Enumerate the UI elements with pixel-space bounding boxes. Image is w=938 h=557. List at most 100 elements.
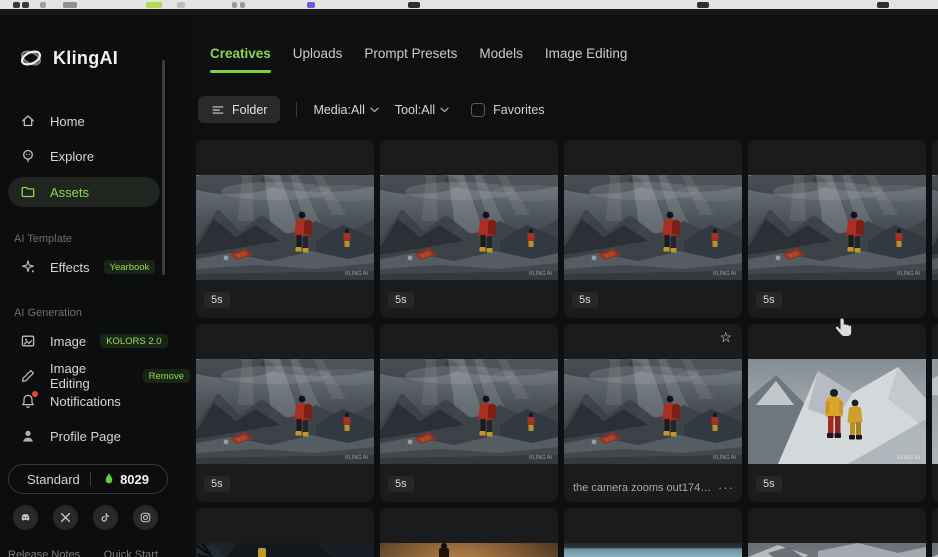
thumbnail-gray-ridge — [748, 543, 926, 557]
svg-text:KLING AI: KLING AI — [529, 455, 552, 461]
asset-card[interactable]: KLING AI 5s — [564, 140, 742, 318]
tab-models[interactable]: Models — [479, 46, 523, 73]
yearbook-badge: Yearbook — [104, 260, 156, 274]
browser-tab-mark — [177, 2, 185, 8]
image-icon — [20, 333, 36, 349]
sidebar-item-effects[interactable]: Effects Yearbook — [0, 252, 190, 282]
duration-badge: 5s — [756, 476, 782, 492]
more-options-icon[interactable]: ··· — [718, 484, 734, 492]
browser-tab-mark — [408, 2, 420, 8]
filter-bar: Folder Media:All Tool:All Favorites — [198, 96, 545, 123]
main-tabs: Creatives Uploads Prompt Presets Models … — [210, 46, 627, 73]
sidebar-item-notifications[interactable]: Notifications — [0, 386, 190, 416]
sidebar-item-label: Profile Page — [50, 429, 121, 444]
thumbnail-night-climber — [196, 543, 374, 557]
instagram-icon[interactable] — [133, 505, 158, 530]
folder-button[interactable]: Folder — [198, 96, 280, 123]
svg-text:KLING AI: KLING AI — [897, 271, 920, 277]
duration-badge: 5s — [388, 476, 414, 492]
asset-card[interactable]: KLING AI 5s — [748, 324, 926, 502]
browser-tab-mark — [240, 2, 245, 8]
plan-name: Standard — [27, 472, 80, 487]
notification-dot — [32, 391, 38, 397]
sidebar-item-label: Notifications — [50, 394, 121, 409]
media-filter-dropdown[interactable]: Media:All — [313, 103, 378, 117]
thumbnail-gray-ridge — [932, 543, 938, 557]
thumbnail-storm-climber: KLING AI — [932, 175, 938, 280]
browser-tab-mark — [697, 2, 709, 8]
credits-count: 8029 — [120, 472, 149, 487]
tool-filter-dropdown[interactable]: Tool:All — [395, 103, 449, 117]
section-header-ai-template: AI Template — [14, 233, 72, 245]
klingai-logo[interactable]: KlingAI — [18, 45, 118, 71]
tab-image-editing[interactable]: Image Editing — [545, 46, 628, 73]
favorites-filter[interactable]: Favorites — [471, 103, 544, 117]
sidebar-item-label: Image — [50, 334, 86, 349]
browser-tab-strip — [0, 0, 938, 9]
browser-tab-mark — [307, 2, 315, 8]
browser-tab-mark — [877, 2, 889, 8]
sidebar-item-label: Assets — [50, 185, 89, 200]
asset-card[interactable]: KLING AI 5s — [196, 324, 374, 502]
favorite-star-icon[interactable]: ☆ — [719, 329, 732, 346]
filter-divider — [296, 102, 297, 117]
sidebar: KlingAI Home Explore Assets AI Template … — [0, 15, 190, 557]
sidebar-item-image[interactable]: Image KOLORS 2.0 — [0, 326, 190, 356]
favorites-checkbox[interactable] — [471, 103, 485, 117]
browser-tab-mark — [146, 2, 162, 8]
thumbnail-storm-climber: KLING AI — [748, 175, 926, 280]
asset-card[interactable] — [932, 508, 938, 557]
credits-droplet-icon — [102, 472, 116, 486]
thumbnail-storm-climber: KLING AI — [564, 175, 742, 280]
duration-badge: 5s — [204, 476, 230, 492]
asset-card[interactable] — [380, 508, 558, 557]
svg-text:KLING AI: KLING AI — [345, 455, 368, 461]
svg-text:KLING AI: KLING AI — [897, 455, 920, 461]
svg-text:KLING AI: KLING AI — [713, 455, 736, 461]
asset-caption: the camera zooms out174826... — [573, 482, 715, 494]
plan-credits-pill[interactable]: Standard 8029 — [8, 464, 168, 494]
asset-card[interactable]: KLING AI 5s — [380, 324, 558, 502]
social-links — [13, 505, 158, 530]
sidebar-item-assets[interactable]: Assets — [8, 177, 160, 207]
logo-text: KlingAI — [53, 48, 118, 69]
tab-creatives[interactable]: Creatives — [210, 46, 271, 73]
release-notes-link[interactable]: Release Notes — [8, 549, 80, 557]
asset-card[interactable]: KLING AI 5s — [748, 140, 926, 318]
tab-uploads[interactable]: Uploads — [293, 46, 343, 73]
browser-tab-mark — [22, 2, 29, 8]
asset-card[interactable]: KLING AI ☆ the camera zooms out174826...… — [564, 324, 742, 502]
sidebar-item-home[interactable]: Home — [0, 106, 190, 136]
thumbnail-storm-climber: KLING AI — [380, 359, 558, 464]
thumbnail-storm-climber: KLING AI — [196, 359, 374, 464]
tiktok-icon[interactable] — [93, 505, 118, 530]
browser-tab-mark — [232, 2, 237, 8]
asset-card[interactable]: KLING AI 5s — [196, 140, 374, 318]
svg-text:KLING AI: KLING AI — [345, 271, 368, 277]
section-header-ai-generation: AI Generation — [14, 307, 82, 319]
asset-card[interactable] — [196, 508, 374, 557]
effects-icon — [20, 259, 36, 275]
tab-prompt-presets[interactable]: Prompt Presets — [364, 46, 457, 73]
thumbnail-blue-horizon — [564, 543, 742, 557]
sidebar-item-explore[interactable]: Explore — [0, 141, 190, 171]
explore-icon — [20, 148, 36, 164]
asset-card[interactable]: KLING AI 5s — [380, 140, 558, 318]
sidebar-item-profile-page[interactable]: Profile Page — [0, 421, 190, 451]
sidebar-item-label: Effects — [50, 260, 90, 275]
asset-card[interactable]: KLING AI — [932, 140, 938, 318]
discord-icon[interactable] — [13, 505, 38, 530]
browser-tab-mark — [40, 2, 46, 8]
plan-divider — [90, 472, 91, 486]
asset-card[interactable] — [564, 508, 742, 557]
asset-card[interactable] — [748, 508, 926, 557]
browser-tab-mark — [13, 2, 20, 8]
thumbnail-sunset-climber — [380, 543, 558, 557]
browser-strip-divider — [0, 9, 938, 15]
x-icon[interactable] — [53, 505, 78, 530]
asset-card[interactable] — [932, 324, 938, 502]
quick-start-link[interactable]: Quick Start — [104, 549, 158, 557]
image-editing-icon — [20, 368, 36, 384]
asset-grid: KLING AI 5s KLING AI 5s KLING AI 5s KL — [196, 140, 938, 557]
profile-icon — [20, 428, 36, 444]
